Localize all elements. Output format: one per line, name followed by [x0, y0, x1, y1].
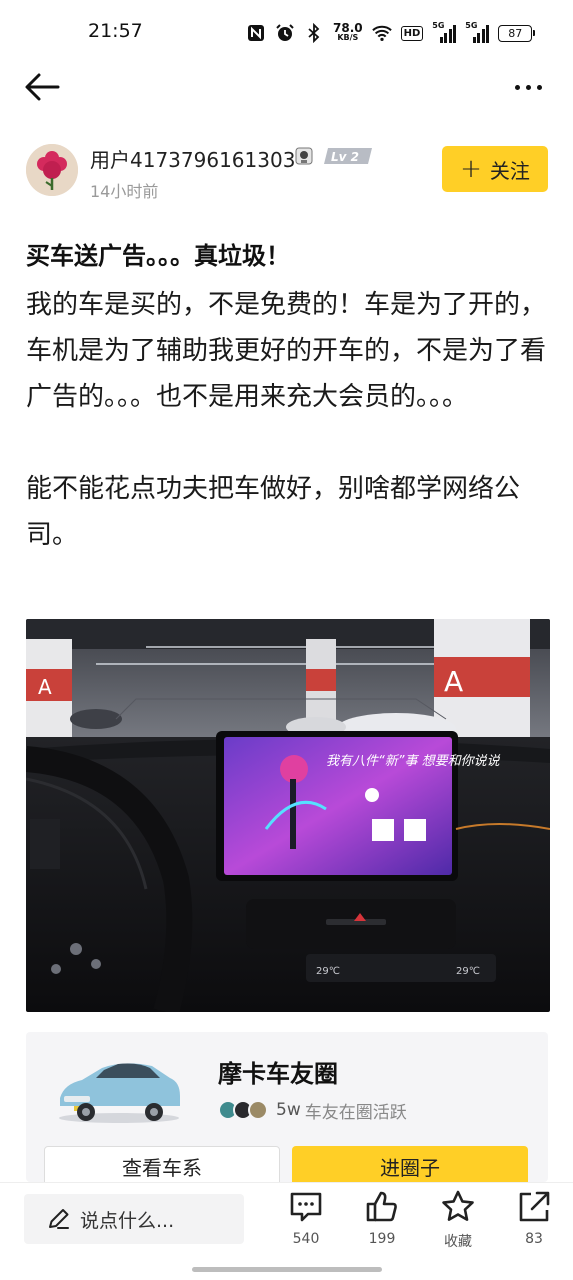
top-nav	[0, 64, 573, 110]
status-bar: 21:57 78.0 KB/S HD 5G 5G 87	[0, 0, 573, 64]
level-badge: Lv 2	[324, 146, 374, 166]
favorite-button[interactable]: 收藏	[428, 1189, 488, 1259]
net-speed: 78.0 KB/S	[333, 21, 363, 43]
arrow-left-icon	[25, 73, 60, 101]
battery-icon: 87	[498, 24, 536, 42]
share-button[interactable]: 83	[504, 1189, 564, 1259]
battery-level: 87	[508, 26, 523, 40]
level-badge-text: Lv 2	[331, 150, 359, 164]
status-icons: 78.0 KB/S HD 5G 5G 87	[246, 20, 536, 46]
camera-badge-icon	[294, 146, 314, 166]
share-icon	[519, 1191, 550, 1222]
signal-icon: 5G	[432, 21, 457, 43]
favorite-label: 收藏	[444, 1234, 472, 1250]
comment-button[interactable]: 540	[276, 1189, 336, 1259]
home-indicator[interactable]	[192, 1267, 382, 1272]
bottom-bar: 说点什么... 540 199 收藏 83	[0, 1182, 573, 1280]
hd-voice-icon: HD	[400, 25, 424, 41]
avatar	[248, 1100, 268, 1120]
like-count: 199	[368, 1231, 396, 1247]
screen-ad-text: 我有八件“新”事 想要和你说说	[326, 754, 501, 769]
post-title: 买车送广告。。。真垃圾！	[26, 242, 290, 270]
signal-icon-2: 5G	[465, 21, 490, 43]
net-speed-value: 78.0	[333, 21, 363, 35]
member-avatars	[218, 1100, 268, 1120]
nfc-icon	[246, 23, 266, 43]
circle-card[interactable]: 摩卡车友圈 5w 车友在圈活跃 查看车系 进圈子	[26, 1032, 548, 1186]
net-speed-unit: KB/S	[337, 33, 359, 42]
member-text: 车友在圈活跃	[304, 1102, 407, 1123]
thumbs-up-icon	[366, 1191, 397, 1222]
wifi-icon	[371, 23, 392, 43]
svg-text:A: A	[444, 665, 463, 698]
post-paragraph: 我的车是买的，不是免费的！车是为了开的，车机是为了辅助我更好的开车的，不是为了看…	[26, 290, 547, 412]
plus-icon: +	[460, 154, 482, 184]
comment-placeholder: 说点什么...	[80, 1209, 175, 1232]
svg-text:29℃: 29℃	[316, 966, 340, 977]
circle-members: 5w 车友在圈活跃	[218, 1098, 407, 1123]
comment-count: 540	[292, 1231, 320, 1247]
like-button[interactable]: 199	[352, 1189, 412, 1259]
member-count: 5w	[276, 1100, 301, 1120]
post-photo[interactable]: A A 我有八件“新”事 想要和你说说 29℃ 29℃	[26, 619, 550, 1012]
author-row: 用户4173796161303 Lv 2 14小时前 + 关注	[26, 142, 550, 204]
comment-icon	[290, 1192, 322, 1222]
avatar[interactable]	[26, 144, 78, 196]
post-body: 我的车是买的，不是免费的！车是为了开的，车机是为了辅助我更好的开车的，不是为了看…	[26, 282, 550, 558]
view-series-button[interactable]: 查看车系	[44, 1146, 280, 1186]
share-count: 83	[525, 1231, 543, 1247]
back-button[interactable]	[24, 70, 64, 104]
pencil-icon	[49, 1209, 69, 1229]
status-time: 21:57	[88, 20, 143, 42]
post-time: 14小时前	[90, 182, 159, 201]
alarm-icon	[275, 23, 295, 43]
comment-input[interactable]: 说点什么...	[24, 1194, 244, 1244]
svg-text:A: A	[38, 675, 52, 699]
car-thumbnail	[54, 1054, 184, 1126]
circle-name[interactable]: 摩卡车友圈	[218, 1054, 338, 1089]
post-paragraph: 能不能花点功夫把车做好，别啥都学网络公司。	[26, 474, 521, 550]
join-circle-button[interactable]: 进圈子	[292, 1146, 528, 1186]
username[interactable]: 用户4173796161303	[90, 144, 295, 173]
more-button[interactable]	[508, 70, 548, 104]
bluetooth-icon	[304, 23, 324, 43]
svg-text:29℃: 29℃	[456, 966, 480, 977]
star-icon	[442, 1190, 474, 1221]
more-dots-icon	[514, 84, 542, 90]
follow-button[interactable]: + 关注	[442, 146, 548, 192]
follow-label: 关注	[489, 158, 530, 183]
